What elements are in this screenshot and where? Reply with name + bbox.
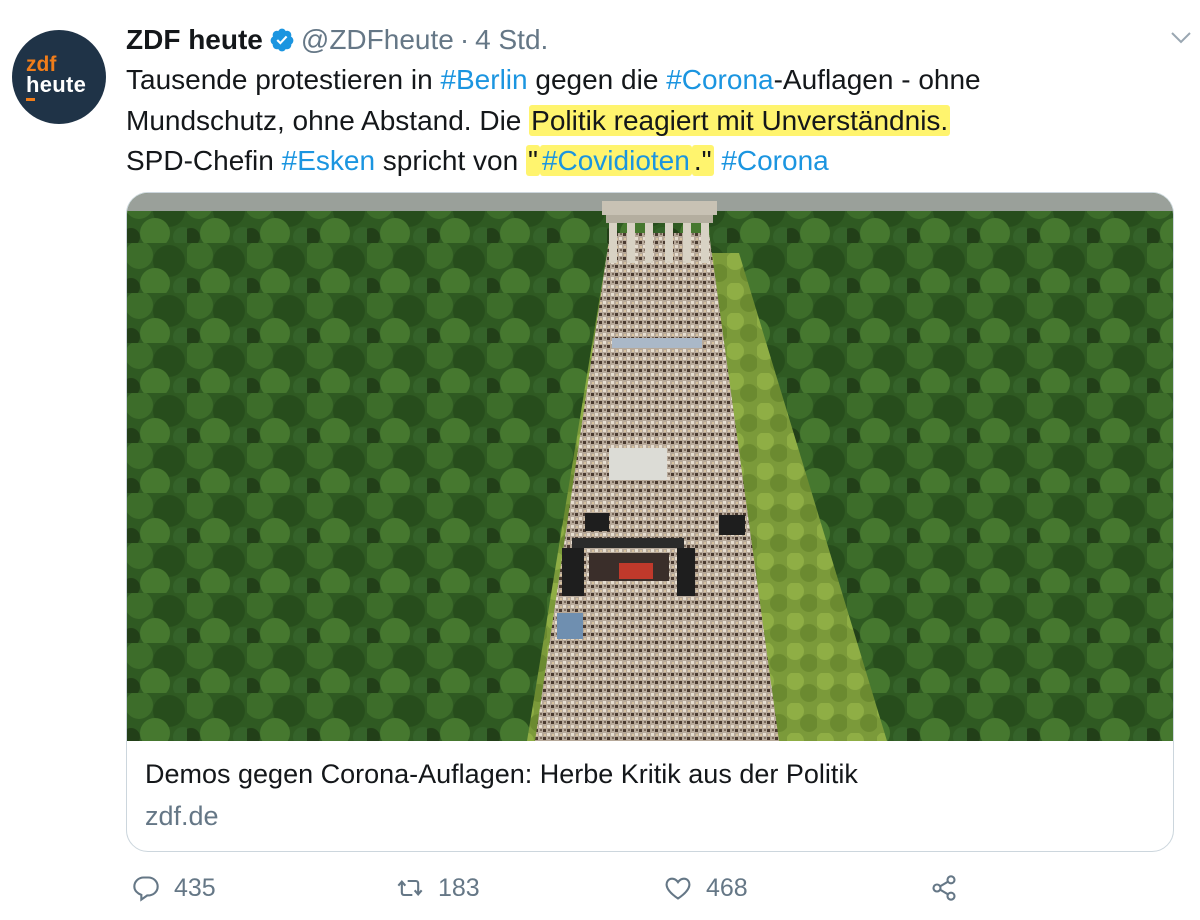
link-card[interactable]: Demos gegen Corona-Auflagen: Herbe Kriti… [126, 192, 1174, 852]
timestamp[interactable]: 4 Std. [475, 24, 548, 56]
tweet-header: ZDF heute @ZDFheute · 4 Std. [126, 22, 548, 58]
hashtag-link[interactable]: #Esken [282, 145, 375, 176]
display-name[interactable]: ZDF heute [126, 24, 263, 56]
card-image [127, 193, 1173, 741]
chevron-down-icon[interactable] [1170, 30, 1192, 46]
like-count: 468 [706, 873, 748, 902]
card-domain: zdf.de [145, 801, 219, 831]
tweet-text-line: SPD-Chefin #Esken spricht von " #Covidiot… [126, 141, 1186, 182]
retweet-icon [397, 879, 423, 897]
highlighted-text: Politik reagiert mit Unverständnis. [529, 104, 951, 136]
separator-dot: · [459, 24, 470, 55]
tweet-text-segment: spricht von [375, 145, 526, 176]
hashtag-link[interactable]: #Berlin [440, 64, 527, 95]
highlighted-text: ." [691, 145, 714, 176]
highlighted-text: " [525, 145, 540, 176]
handle[interactable]: @ZDFheute [301, 24, 454, 56]
reply-icon [133, 876, 159, 902]
tweet-text-segment: -Auflagen - ohne [773, 64, 981, 95]
tweet-actions: 435 183 468 [0, 868, 1200, 908]
like-button[interactable]: 468 [664, 868, 748, 908]
reply-count: 435 [174, 873, 216, 902]
tweet-text-segment: Tausende protestieren in [126, 64, 441, 95]
verified-badge-icon [270, 28, 294, 52]
avatar-logo-heute: heute [26, 72, 87, 97]
tweet-text: Tausende protestieren in #Berlin gegen d… [126, 60, 1186, 182]
tweet-text-segment: Mundschutz, ohne Abstand. Die [126, 104, 530, 136]
share-button[interactable] [930, 868, 972, 908]
tweet-text-line: Tausende protestieren in #Berlin gegen d… [126, 60, 1186, 101]
tweet-text-segment: gegen die [527, 64, 667, 95]
heart-icon [665, 877, 691, 900]
avatar-logo-underline [26, 98, 35, 101]
tweet-text-line: Mundschutz, ohne Abstand. Die Politik re… [126, 101, 1186, 142]
hashtag-link[interactable]: #Corona [721, 145, 828, 176]
share-icon [932, 875, 956, 901]
card-title: Demos gegen Corona-Auflagen: Herbe Kriti… [145, 759, 858, 789]
avatar[interactable]: zdf heute [12, 30, 106, 124]
reply-button[interactable]: 435 [132, 868, 216, 908]
hashtag-link[interactable]: #Corona [666, 64, 773, 95]
retweet-count: 183 [438, 873, 480, 902]
tweet-text-segment: SPD-Chefin [126, 145, 282, 176]
hashtag-link[interactable]: #Covidioten [539, 145, 692, 176]
retweet-button[interactable]: 183 [396, 868, 480, 908]
